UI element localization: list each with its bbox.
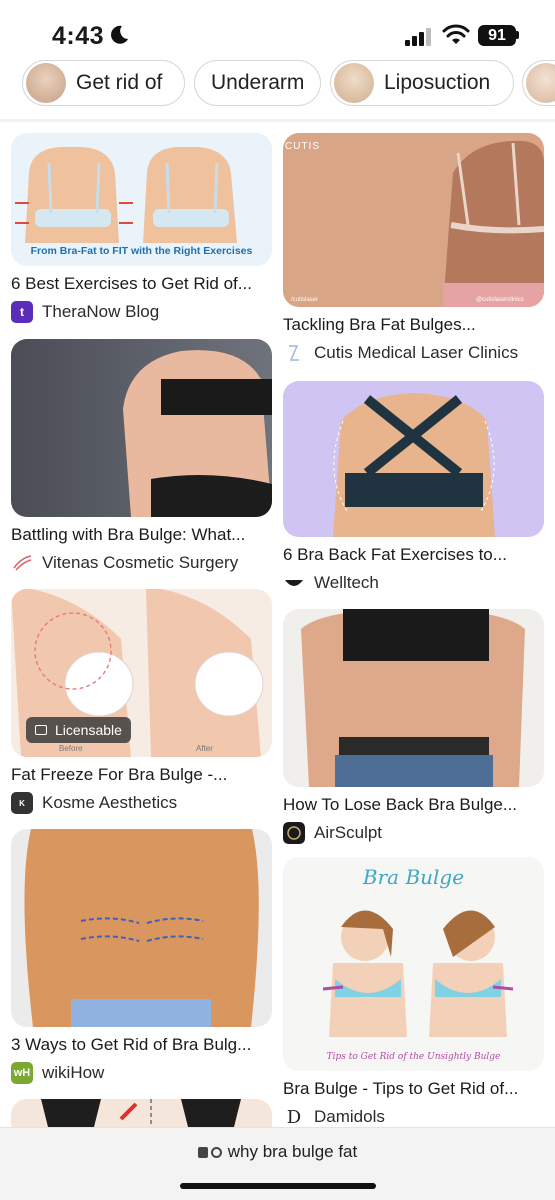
source-name: Welltech [314, 573, 379, 592]
result-source[interactable]: Welltech [283, 572, 544, 594]
result-card[interactable]: Licensable Before After Fat Freeze For B… [11, 589, 272, 814]
result-title[interactable]: Tackling Bra Fat Bulges... [283, 315, 544, 335]
cellular-signal-icon [405, 28, 431, 46]
result-source[interactable]: wH wikiHow [11, 1062, 272, 1084]
lock-icon [197, 1147, 208, 1158]
source-name: AirSculpt [314, 823, 383, 842]
result-title[interactable]: 6 Best Exercises to Get Rid of... [11, 274, 272, 294]
result-source[interactable]: Vitenas Cosmetic Surgery [11, 552, 272, 574]
bra-bulge-illustration [322, 910, 514, 1037]
theranow-favicon-icon: t [11, 301, 33, 323]
image-title: Bra Bulge [362, 865, 465, 889]
result-card[interactable]: 3 Ways to Get Rid of Bra Bulg... wH wiki… [11, 829, 272, 1084]
battery-indicator: 91 [478, 25, 516, 46]
badge-label: Licensable [55, 722, 122, 738]
cutis-favicon-icon [289, 345, 299, 361]
chip-label: Underarm [211, 71, 305, 94]
wifi-icon [442, 24, 470, 44]
airsculpt-favicon-icon [283, 822, 305, 844]
moon-icon [111, 25, 128, 44]
result-image[interactable]: From Bra-Fat to FIT with the Right Exerc… [11, 133, 272, 266]
status-bar: 4:43 91 [0, 0, 555, 60]
result-title[interactable]: 3 Ways to Get Rid of Bra Bulg... [11, 1035, 272, 1055]
image-handle-right: @cutislaserclinics [476, 297, 524, 303]
result-title[interactable]: Battling with Bra Bulge: What... [11, 525, 272, 545]
result-card[interactable]: CUTIS /cutislaser @cutislaserclinics Tac… [283, 133, 544, 364]
photo-back-silhouette [123, 350, 272, 517]
result-source[interactable]: K Kosme Aesthetics [11, 792, 272, 814]
result-card[interactable]: Bra Bulge Tips to Get Rid of the Unsight… [283, 857, 544, 1128]
search-icon [210, 1147, 222, 1158]
chip-get-rid-of[interactable]: Get rid of [22, 60, 185, 106]
result-title[interactable]: Fat Freeze For Bra Bulge -... [11, 765, 272, 785]
result-source[interactable]: Cutis Medical Laser Clinics [283, 342, 544, 364]
chip-label: Get rid of [76, 71, 163, 94]
chip-label: Liposuction [384, 71, 491, 94]
licensable-badge[interactable]: Licensable [26, 717, 131, 743]
search-query: why bra bulge fat [227, 1142, 358, 1161]
chip-liposuction[interactable]: Liposuction [330, 60, 514, 106]
battery-tip [516, 31, 519, 39]
result-image[interactable] [11, 829, 272, 1027]
chip-more[interactable] [522, 60, 555, 106]
address-bar-text[interactable]: why bra bulge fat [0, 1142, 555, 1162]
source-name: Vitenas Cosmetic Surgery [42, 553, 239, 572]
result-image[interactable]: CUTIS /cutislaser @cutislaserclinics [283, 133, 544, 307]
result-image[interactable] [283, 609, 544, 787]
result-image[interactable] [283, 381, 544, 537]
result-card[interactable]: Battling with Bra Bulge: What... Vitenas… [11, 339, 272, 574]
clock: 4:43 [52, 22, 105, 50]
result-card[interactable]: From Bra-Fat to FIT with the Right Exerc… [11, 133, 272, 323]
damidols-favicon-icon: D [283, 1106, 305, 1128]
home-indicator[interactable] [180, 1183, 376, 1189]
result-source[interactable]: D Damidols [283, 1106, 544, 1128]
result-title[interactable]: How To Lose Back Bra Bulge... [283, 795, 544, 815]
result-title[interactable]: Bra Bulge - Tips to Get Rid of... [283, 1079, 544, 1099]
photo-back-black-bra [301, 609, 525, 787]
source-name: TheraNow Blog [42, 302, 160, 321]
result-image[interactable]: Licensable Before After [11, 589, 272, 757]
image-caption: Tips to Get Rid of the Unsightly Bulge [326, 1052, 501, 1062]
source-name: Cutis Medical Laser Clinics [314, 343, 519, 362]
result-card[interactable]: How To Lose Back Bra Bulge... AirSculpt [283, 609, 544, 844]
chip-underarm[interactable]: Underarm [194, 60, 321, 106]
image-handle-left: /cutislaser [291, 297, 319, 303]
before-label: Before [59, 744, 83, 753]
source-name: wikiHow [42, 1063, 105, 1082]
result-card[interactable]: 6 Bra Back Fat Exercises to... Welltech [283, 381, 544, 594]
vitenas-favicon-icon [13, 555, 32, 571]
after-label: After [196, 744, 213, 753]
back-fat-illustration [24, 829, 259, 1027]
image-icon [35, 725, 47, 735]
divider [0, 119, 555, 122]
wikihow-favicon-icon: wH [11, 1062, 33, 1084]
result-source[interactable]: t TheraNow Blog [11, 301, 272, 323]
chip-thumbnail [526, 63, 555, 103]
result-title[interactable]: 6 Bra Back Fat Exercises to... [283, 545, 544, 565]
chip-thumbnail [334, 63, 374, 103]
source-name: Kosme Aesthetics [42, 793, 178, 812]
photo-back-sports-bra [333, 393, 495, 537]
result-image[interactable] [11, 339, 272, 517]
image-brand-text: CUTIS [285, 141, 320, 152]
result-source[interactable]: AirSculpt [283, 822, 544, 844]
result-image[interactable]: Bra Bulge Tips to Get Rid of the Unsight… [283, 857, 544, 1071]
welltech-favicon-icon [285, 580, 303, 586]
source-name: Damidols [314, 1107, 385, 1126]
image-caption: From Bra-Fat to FIT with the Right Exerc… [30, 245, 253, 257]
photo-back-bra [443, 140, 544, 307]
kosme-favicon-icon: K [11, 792, 33, 814]
chip-thumbnail [26, 63, 66, 103]
related-search-chips: Get rid of Underarm Liposuction [0, 58, 555, 108]
address-bar[interactable]: why bra bulge fat [0, 1127, 555, 1200]
